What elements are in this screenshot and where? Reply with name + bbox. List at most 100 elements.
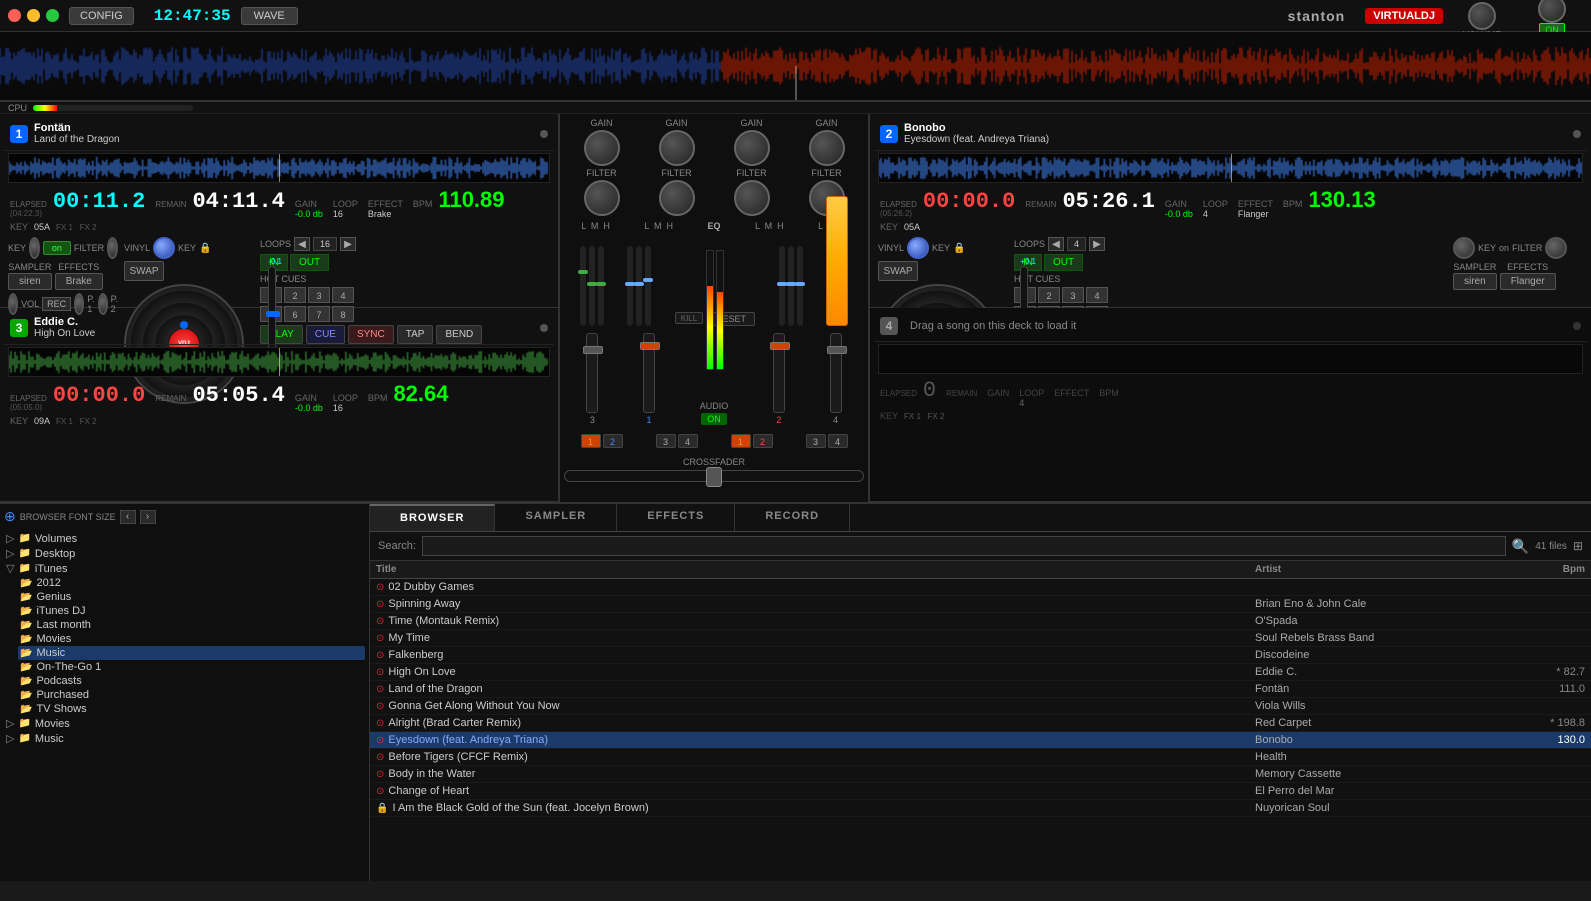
sidebar-item-volumes[interactable]: ▷ 📁 Volumes (4, 531, 365, 546)
track-row-10[interactable]: ⊙Before Tigers (CFCF Remix)Health (370, 749, 1591, 766)
track-row-13[interactable]: 🔒I Am the Black Gold of the Sun (feat. J… (370, 800, 1591, 817)
deck2-swap-btn[interactable]: SWAP (878, 261, 918, 281)
track-row-5[interactable]: ⊙High On LoveEddie C.* 82.7 (370, 664, 1591, 681)
mixer-ch2-assign-3[interactable]: 3 (656, 434, 676, 448)
track-row-6[interactable]: ⊙Land of the DragonFontän111.0 (370, 681, 1591, 698)
mixer-filter1-knob[interactable] (584, 180, 620, 216)
deck1-loop-next-btn[interactable]: ▶ (340, 237, 356, 251)
sidebar-item-on-the-go[interactable]: 📂 On-The-Go 1 (18, 660, 365, 674)
deck2-effects-btn[interactable]: Flanger (1500, 273, 1556, 290)
tab-sampler[interactable]: SAMPLER (495, 504, 617, 531)
mixer-ch1-assign-2[interactable]: 2 (603, 434, 623, 448)
sidebar-item-2012[interactable]: 📂 2012 (18, 576, 365, 590)
track-row-4[interactable]: ⊙FalkenbergDiscodeine (370, 647, 1591, 664)
master-volume-knob[interactable] (1468, 2, 1496, 30)
sidebar-item-itunes-dj[interactable]: 📂 iTunes DJ (18, 604, 365, 618)
search-icon[interactable]: 🔍 (1512, 538, 1529, 555)
font-size-increase-btn[interactable]: › (140, 510, 156, 524)
font-size-decrease-btn[interactable]: ‹ (120, 510, 136, 524)
mixer-ch3-fader[interactable] (773, 333, 785, 413)
mixer-filter3-knob[interactable] (734, 180, 770, 216)
mixer-ch4-assign-3[interactable]: 3 (806, 434, 826, 448)
track-row-2[interactable]: ⊙Time (Montauk Remix)O'Spada (370, 613, 1591, 630)
deck1-swap-btn[interactable]: SWAP (124, 261, 164, 281)
deck2-loop-prev-btn[interactable]: ◀ (1048, 237, 1064, 251)
mixer-ch3-L[interactable] (779, 246, 785, 326)
sidebar-item-itunes[interactable]: ▽ 📁 iTunes (4, 561, 365, 576)
deck1-loop-prev-btn[interactable]: ◀ (294, 237, 310, 251)
deck2-hot-cue-2[interactable]: 2 (1038, 287, 1060, 303)
tab-browser[interactable]: BROWSER (370, 504, 495, 531)
track-row-7[interactable]: ⊙Gonna Get Along Without You NowViola Wi… (370, 698, 1591, 715)
mixer-ch3-M[interactable] (788, 246, 794, 326)
deck2-loop-next-btn[interactable]: ▶ (1089, 237, 1105, 251)
deck1-vinyl-knob[interactable] (153, 237, 175, 259)
sidebar-add-icon[interactable]: ⊕ (4, 508, 16, 525)
track-row-1[interactable]: ⊙Spinning AwayBrian Eno & John Cale (370, 596, 1591, 613)
maximize-btn[interactable] (46, 9, 59, 22)
grid-icon[interactable]: ⊞ (1573, 539, 1583, 553)
mixer-ch2-M[interactable] (636, 246, 642, 326)
deck2-key-knob[interactable] (1453, 237, 1475, 259)
mixer-gain1-knob[interactable] (584, 130, 620, 166)
mixer-ch2-L[interactable] (627, 246, 633, 326)
mixer-ch3-assign-2[interactable]: 2 (753, 434, 773, 448)
track-row-9[interactable]: ⊙Eyesdown (feat. Andreya Triana)Bonobo13… (370, 732, 1591, 749)
mixer-ch1-M[interactable] (589, 246, 595, 326)
mixer-ch1-L[interactable] (580, 246, 586, 326)
mixer-gain4-knob[interactable] (809, 130, 845, 166)
deck1-on-button[interactable]: on (43, 241, 71, 255)
sidebar-item-music-root[interactable]: ▷ 📁 Music (4, 731, 365, 746)
sidebar-item-genius[interactable]: 📂 Genius (18, 590, 365, 604)
mixer-ch4-fader[interactable] (830, 333, 842, 413)
config-button[interactable]: CONFIG (69, 7, 134, 25)
sidebar-item-music[interactable]: 📂 Music (18, 646, 365, 660)
deck2-sampler-btn[interactable]: siren (1453, 273, 1497, 290)
close-btn[interactable] (8, 9, 21, 22)
deck2-out-btn[interactable]: OUT (1044, 254, 1083, 271)
deck1-key-knob[interactable] (29, 237, 40, 259)
mixer-ch4-assign-4[interactable]: 4 (828, 434, 848, 448)
sidebar-item-movies-root[interactable]: ▷ 📁 Movies (4, 716, 365, 731)
track-row-3[interactable]: ⊙My TimeSoul Rebels Brass Band (370, 630, 1591, 647)
mixer-filter2-knob[interactable] (659, 180, 695, 216)
wave-button[interactable]: WAVE (241, 7, 298, 25)
deck1-hot-cue-4[interactable]: 4 (332, 287, 354, 303)
deck2-vinyl-knob[interactable] (907, 237, 929, 259)
mixer-ch1-fader[interactable] (586, 333, 598, 413)
sidebar-item-last-month[interactable]: 📂 Last month (18, 618, 365, 632)
deck2-hot-cue-3[interactable]: 3 (1062, 287, 1084, 303)
search-input[interactable] (422, 536, 1506, 556)
mixer-gain3-knob[interactable] (734, 130, 770, 166)
minimize-btn[interactable] (27, 9, 40, 22)
deck1-effects-btn[interactable]: Brake (55, 273, 103, 290)
deck1-filter-knob[interactable] (107, 237, 118, 259)
deck2-filter-knob[interactable] (1545, 237, 1567, 259)
mic-volume-knob[interactable] (1538, 0, 1566, 23)
deck1-out-btn[interactable]: OUT (290, 254, 329, 271)
mixer-ch2-fader[interactable] (643, 333, 655, 413)
mixer-gain2-knob[interactable] (659, 130, 695, 166)
mixer-kill-btn[interactable]: KILL (675, 312, 703, 324)
track-row-8[interactable]: ⊙Alright (Brad Carter Remix)Red Carpet* … (370, 715, 1591, 732)
mixer-ch1-H[interactable] (598, 246, 604, 326)
deck1-hot-cue-3[interactable]: 3 (308, 287, 330, 303)
mixer-ch2-assign-4[interactable]: 4 (678, 434, 698, 448)
track-row-12[interactable]: ⊙Change of HeartEl Perro del Mar (370, 783, 1591, 800)
mixer-crossfader-track[interactable] (564, 470, 864, 482)
sidebar-item-tv-shows[interactable]: 📂 TV Shows (18, 702, 365, 716)
sidebar-item-desktop[interactable]: ▷ 📁 Desktop (4, 546, 365, 561)
track-row-0[interactable]: ⊙02 Dubby Games (370, 579, 1591, 596)
sidebar-item-movies[interactable]: 📂 Movies (18, 632, 365, 646)
tab-record[interactable]: RECORD (735, 504, 850, 531)
mixer-ch3-assign-1[interactable]: 1 (731, 434, 751, 448)
deck1-hot-cue-2[interactable]: 2 (284, 287, 306, 303)
deck1-sampler-btn[interactable]: siren (8, 273, 52, 290)
mixer-ch2-H[interactable] (645, 246, 651, 326)
sidebar-item-podcasts[interactable]: 📂 Podcasts (18, 674, 365, 688)
mixer-ch3-H[interactable] (797, 246, 803, 326)
track-row-11[interactable]: ⊙Body in the WaterMemory Cassette (370, 766, 1591, 783)
deck2-hot-cue-4[interactable]: 4 (1086, 287, 1108, 303)
mixer-orange-fader-el[interactable] (826, 196, 848, 326)
sidebar-item-purchased[interactable]: 📂 Purchased (18, 688, 365, 702)
